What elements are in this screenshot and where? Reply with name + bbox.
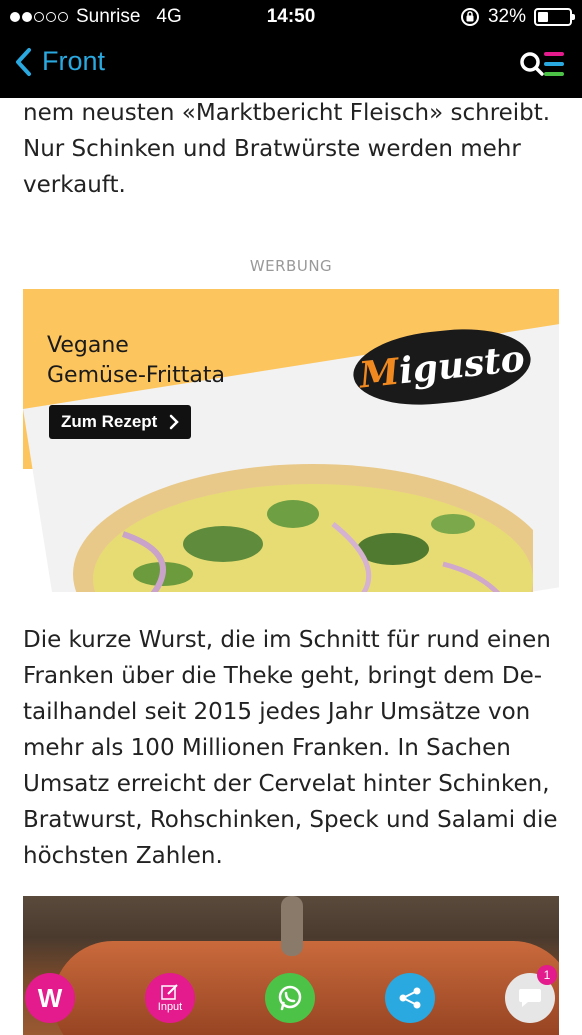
logo-letter: M xyxy=(357,350,402,397)
pencil-icon xyxy=(161,984,178,1000)
comment-icon xyxy=(519,989,541,1007)
whatsapp-icon xyxy=(278,985,302,1011)
ad-title-line: Gemüse-Frittata xyxy=(47,363,225,388)
text-line: Die kurze Wurst, die im Schnitt für rund… xyxy=(23,627,551,653)
ad-label: WERBUNG xyxy=(249,257,333,275)
nav-bar: Front xyxy=(0,34,582,98)
text-line: Umsatz erreicht der Cervelat hinter Schi… xyxy=(23,771,550,797)
skewer-shape xyxy=(281,896,303,956)
share-icon xyxy=(399,987,421,1009)
battery-icon xyxy=(534,8,575,26)
battery-fill xyxy=(538,12,548,22)
status-bar: Sunrise 4G 14:50 32% xyxy=(0,0,582,34)
text-line: höchsten Zahlen. xyxy=(23,843,223,869)
text-line: nem neusten «Marktbericht Fleisch» schre… xyxy=(23,100,551,126)
ad-banner[interactable]: Vegane Gemüse-Frittata Zum Rezept Migust… xyxy=(23,289,559,592)
recipe-button[interactable]: Zum Rezept xyxy=(49,405,192,439)
logo-text: igusto xyxy=(396,337,527,393)
w-logo-button[interactable]: W xyxy=(25,973,75,1023)
search-menu-icon[interactable] xyxy=(518,48,566,84)
whatsapp-button[interactable] xyxy=(265,973,315,1023)
text-line: Nur Schinken und Bratwürste werden mehr xyxy=(23,136,521,162)
battery-percent: 32% xyxy=(487,6,526,27)
chevron-left-icon xyxy=(16,47,31,76)
text-line: mehr als 100 Millionen Franken. In Sache… xyxy=(23,735,511,761)
text-line: Franken über die Theke geht, bringt dem … xyxy=(23,663,543,689)
article-paragraph: nem neusten «Marktbericht Fleisch» schre… xyxy=(23,95,559,203)
input-button[interactable]: Input xyxy=(145,973,195,1023)
back-label: Front xyxy=(42,46,106,76)
text-line: Bratwurst, Rohschinken, Speck und Salami… xyxy=(23,807,558,833)
input-label: Input xyxy=(157,1001,183,1013)
text-line: tailhandel seit 2015 jedes Jahr Umsätze … xyxy=(23,699,531,725)
chevron-right-icon xyxy=(170,414,180,430)
ad-title-line: Vegane xyxy=(47,333,129,358)
ad-title: Vegane Gemüse-Frittata xyxy=(47,331,225,391)
back-button[interactable]: Front xyxy=(14,46,105,77)
status-right: 32% xyxy=(460,6,575,28)
comment-count-badge: 1 xyxy=(537,965,557,985)
frittata-image xyxy=(73,464,533,592)
recipe-button-label: Zum Rezept xyxy=(61,412,158,431)
w-logo-icon: W xyxy=(37,982,63,1013)
article-body: nem neusten «Marktbericht Fleisch» schre… xyxy=(23,95,559,874)
article-paragraph: Die kurze Wurst, die im Schnitt für rund… xyxy=(23,622,559,874)
share-button[interactable] xyxy=(385,973,435,1023)
rotation-lock-icon xyxy=(460,8,479,26)
text-line: verkauft. xyxy=(23,172,126,198)
comments-button[interactable]: 1 xyxy=(505,965,557,1023)
